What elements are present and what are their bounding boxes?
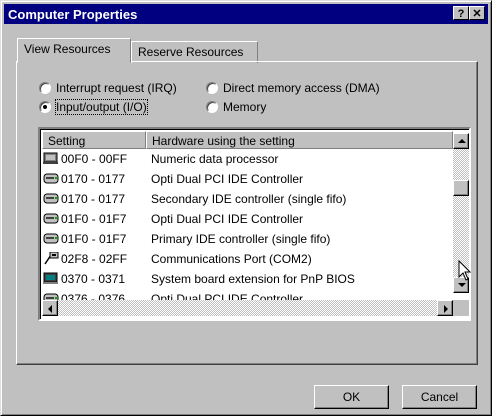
radio-memory-label: Memory	[223, 100, 267, 114]
mouse-cursor-icon	[458, 260, 472, 281]
setting-cell: 00F0 - 00FF	[61, 152, 128, 166]
setting-cell: 0370 - 0371	[61, 272, 126, 286]
list-item[interactable]: 0170 - 0177 Opti Dual PCI IDE Controller	[43, 169, 453, 189]
list-item[interactable]: 0170 - 0177 Secondary IDE controller (sin…	[43, 189, 453, 209]
tab-reserve-resources-label: Reserve Resources	[138, 45, 244, 59]
close-button[interactable]: ✕	[469, 6, 485, 20]
window-title: Computer Properties	[8, 7, 138, 22]
arrow-left-icon	[48, 305, 52, 313]
serial-port-icon	[43, 251, 59, 265]
list-item[interactable]: 02F8 - 02FF Communications Port (COM2)	[43, 249, 453, 269]
radio-dma-label: Direct memory access (DMA)	[223, 81, 380, 95]
disk-drive-icon	[43, 192, 59, 205]
radio-dma-dot[interactable]	[206, 82, 218, 94]
hardware-cell: System board extension for PnP BIOS	[151, 272, 355, 286]
vertical-scroll-thumb[interactable]	[453, 180, 469, 196]
disk-drive-icon	[43, 212, 59, 225]
scroll-right-button[interactable]	[437, 300, 453, 316]
cancel-button[interactable]: Cancel	[402, 385, 477, 409]
hardware-cell: Secondary IDE controller (single fifo)	[151, 192, 347, 206]
setting-cell: 0170 - 0177	[61, 192, 126, 206]
disk-drive-icon	[43, 172, 59, 185]
hardware-cell: Numeric data processor	[151, 152, 279, 166]
list-item[interactable]: 01F0 - 01F7 Primary IDE controller (singl…	[43, 229, 453, 249]
setting-cell: 01F0 - 01F7	[61, 232, 127, 246]
arrow-down-icon	[458, 283, 466, 287]
radio-irq-label: Interrupt request (IRQ)	[56, 81, 177, 95]
column-header-setting[interactable]: Setting	[42, 131, 146, 149]
scroll-left-button[interactable]	[42, 300, 58, 316]
cpu-chip-icon	[43, 152, 59, 165]
tab-view-resources-label: View Resources	[24, 42, 111, 56]
arrow-right-icon	[444, 305, 448, 313]
setting-cell: 0170 - 0177	[61, 172, 126, 186]
setting-cell: 02F8 - 02FF	[61, 252, 128, 266]
disk-drive-icon	[43, 232, 59, 245]
radio-io-label: Input/output (I/O)	[55, 99, 148, 115]
list-item[interactable]: 00F0 - 00FF Numeric data processor	[43, 149, 453, 169]
horizontal-scroll-track[interactable]	[58, 300, 437, 316]
radio-io-dot[interactable]	[39, 101, 51, 113]
hardware-cell: Opti Dual PCI IDE Controller	[151, 172, 304, 186]
list-item[interactable]: 0370 - 0371 System board extension for Pn…	[43, 269, 453, 289]
vertical-scroll-track[interactable]	[453, 149, 469, 277]
ok-button[interactable]: OK	[314, 385, 389, 409]
resource-list[interactable]: Setting Hardware using the setting 00F0 …	[38, 127, 471, 321]
tab-reserve-resources[interactable]: Reserve Resources	[131, 41, 258, 63]
tab-view-resources[interactable]: View Resources	[17, 38, 131, 63]
arrow-up-icon	[458, 139, 466, 143]
radio-memory-dot[interactable]	[206, 101, 218, 113]
radio-irq-dot[interactable]	[39, 82, 51, 94]
computer-properties-dialog: Computer Properties ? ✕ View Resources R…	[0, 0, 492, 416]
system-board-icon	[43, 272, 59, 285]
setting-cell: 01F0 - 01F7	[61, 212, 127, 226]
hardware-cell: Communications Port (COM2)	[151, 252, 312, 266]
hardware-cell: Opti Dual PCI IDE Controller	[151, 212, 304, 226]
list-item[interactable]: 01F0 - 01F7 Opti Dual PCI IDE Controller	[43, 209, 453, 229]
title-bar[interactable]: Computer Properties ? ✕	[4, 4, 488, 24]
column-header-hardware[interactable]: Hardware using the setting	[146, 131, 453, 149]
hardware-cell: Primary IDE controller (single fifo)	[151, 232, 331, 246]
scroll-up-button[interactable]	[453, 133, 469, 149]
help-button[interactable]: ?	[453, 6, 469, 20]
scrollbar-corner	[453, 300, 469, 316]
